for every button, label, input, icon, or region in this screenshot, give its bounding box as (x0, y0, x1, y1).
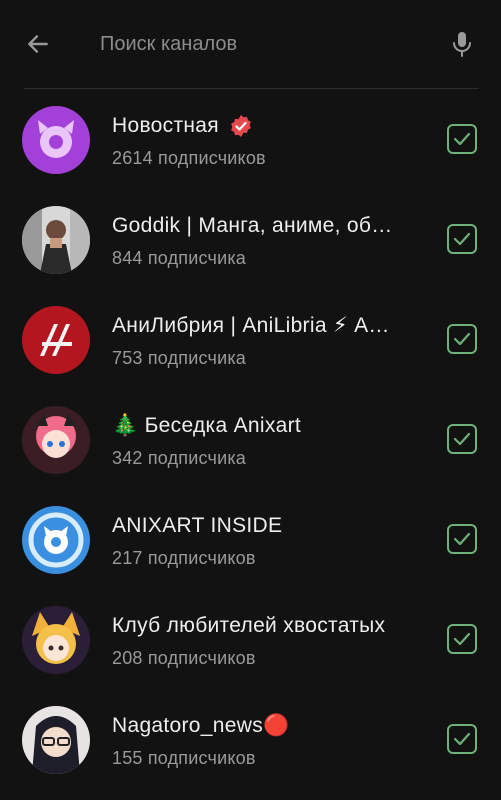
subscriber-count: 753 подписчика (112, 348, 247, 368)
channel-row-anilibria[interactable]: АниЛибрия | AniLibria ⚡ А… 753 подписчик… (0, 289, 501, 389)
channel-avatar (22, 606, 90, 674)
channel-row-goddik[interactable]: Goddik | Манга, аниме, об… 844 подписчик… (0, 189, 501, 289)
channel-avatar (22, 506, 90, 574)
channel-checkbox[interactable] (447, 724, 477, 754)
channel-title: Клуб любителей хвостатых (112, 614, 386, 637)
channel-title: АниЛибрия | AniLibria ⚡ А… (112, 314, 390, 337)
channel-checkbox[interactable] (447, 124, 477, 154)
red-circle-icon: 🔴 (263, 714, 290, 737)
top-bar (0, 0, 501, 88)
channel-row-anixart-inside[interactable]: ANIXART INSIDE 217 подписчиков (0, 489, 501, 589)
christmas-tree-icon: 🎄 (112, 414, 139, 437)
channel-avatar (22, 406, 90, 474)
subscriber-count: 155 подписчиков (112, 748, 256, 768)
channel-row-nagatoro-news[interactable]: Nagatoro_news🔴 155 подписчиков (0, 689, 501, 789)
checkmark-icon (453, 432, 471, 446)
channel-row-novostnaya[interactable]: Новостная 2614 подписчиков (0, 89, 501, 189)
channel-avatar (22, 206, 90, 274)
subscriber-count: 342 подписчика (112, 448, 247, 468)
channel-checkbox[interactable] (447, 424, 477, 454)
back-button[interactable] (20, 26, 56, 62)
channel-checkbox[interactable] (447, 524, 477, 554)
channel-avatar (22, 306, 90, 374)
subscriber-count: 844 подписчика (112, 248, 247, 268)
channel-checkbox[interactable] (447, 224, 477, 254)
voice-search-button[interactable] (444, 26, 480, 62)
channel-row-besedka-anixart[interactable]: 🎄 Беседка Anixart 342 подписчика (0, 389, 501, 489)
channel-title: Goddik | Манга, аниме, об… (112, 214, 393, 237)
search-input[interactable] (100, 26, 420, 62)
checkmark-icon (453, 132, 471, 146)
subscriber-count: 208 подписчиков (112, 648, 256, 668)
channel-checkbox[interactable] (447, 324, 477, 354)
checkmark-icon (453, 232, 471, 246)
arrow-left-icon (28, 35, 48, 53)
channel-title: 🎄 Беседка Anixart (112, 414, 302, 437)
microphone-icon (453, 32, 471, 57)
channel-avatar (22, 106, 90, 174)
channel-avatar (22, 706, 90, 774)
checkmark-icon (453, 632, 471, 646)
channel-checkbox[interactable] (447, 624, 477, 654)
checkmark-icon (453, 332, 471, 346)
subscriber-count: 217 подписчиков (112, 548, 256, 568)
channel-title: Новостная (112, 113, 417, 139)
channel-title: Nagatoro_news🔴 (112, 714, 290, 737)
verified-badge-icon (231, 115, 251, 138)
checkmark-icon (453, 532, 471, 546)
channel-title: ANIXART INSIDE (112, 514, 283, 537)
channel-row-klub-hvostatyh[interactable]: Клуб любителей хвостатых 208 подписчиков (0, 589, 501, 689)
checkmark-icon (453, 732, 471, 746)
subscriber-count: 2614 подписчиков (112, 148, 266, 168)
